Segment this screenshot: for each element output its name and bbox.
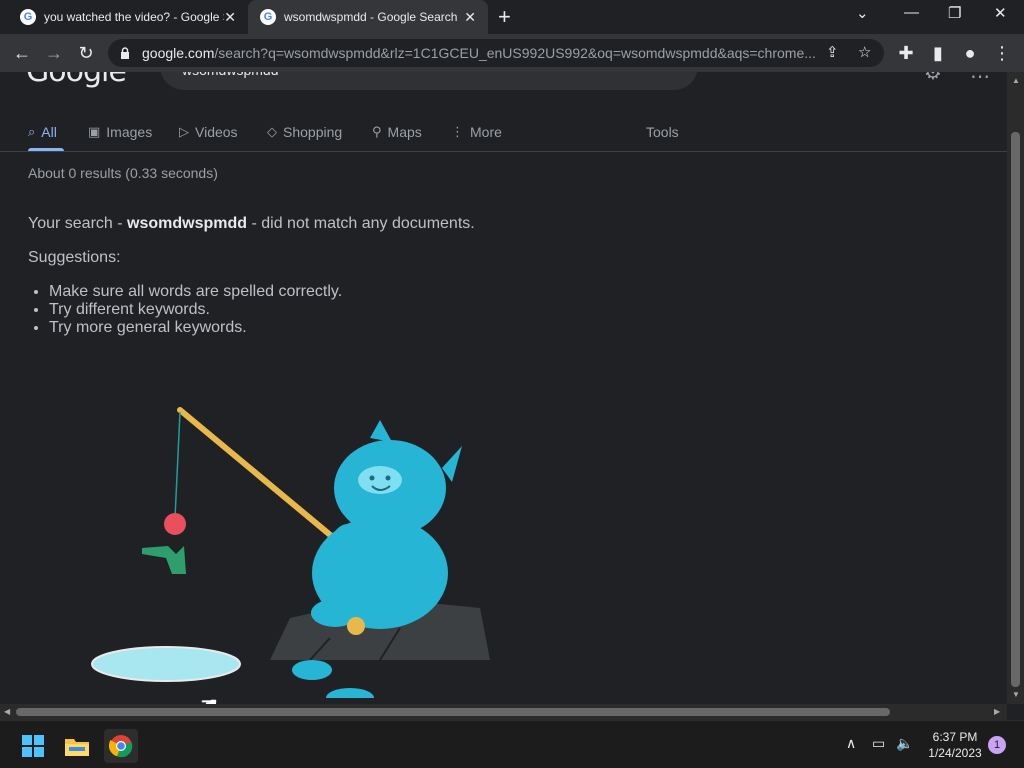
share-icon[interactable]: ⇪	[826, 43, 839, 61]
minimize-icon[interactable]: —	[904, 4, 919, 21]
search-input[interactable]: wsomdwspmdd ✕ ● ▣ ⌕	[160, 72, 698, 90]
forward-icon[interactable]: →	[42, 41, 66, 65]
reload-icon[interactable]: ↻	[74, 41, 98, 65]
network-icon[interactable]: ▭	[872, 735, 885, 752]
list-item: Try more general keywords.	[49, 319, 342, 337]
map-pin-icon: ⚲	[372, 124, 382, 139]
tab-shopping[interactable]: ◇ Shopping	[267, 120, 342, 144]
more-vert-icon: ⋮	[451, 124, 464, 139]
search-tabs: ⌕ All ▣ Images ▷ Videos ◇ Shopping ⚲ Map…	[0, 112, 1007, 152]
suggestions-list: Make sure all words are spelled correctl…	[49, 283, 342, 337]
close-window-icon[interactable]: ✕	[994, 4, 1007, 22]
tab-images[interactable]: ▣ Images	[88, 120, 152, 144]
close-tab-icon[interactable]: ✕	[224, 9, 236, 26]
search-results-page: Google wsomdwspmdd ✕ ● ▣ ⌕ ⚙ ⋯ ⌕ All ▣ I…	[0, 72, 1007, 704]
tab-title: you watched the video? - Google Search	[44, 10, 224, 24]
clock-date: 1/24/2023	[928, 746, 982, 760]
tag-icon: ◇	[267, 124, 277, 139]
tab-title: wsomdwspmdd - Google Search	[284, 10, 458, 24]
search-icon: ⌕	[28, 124, 36, 139]
suggestions-heading: Suggestions:	[28, 249, 121, 266]
google-favicon-icon: G	[260, 9, 276, 25]
scroll-left-icon[interactable]: ◀	[4, 707, 10, 716]
show-hidden-icons-icon[interactable]: ∧	[846, 735, 856, 752]
vertical-scrollbar[interactable]: ▲ ▼	[1007, 72, 1024, 704]
bookmark-star-icon[interactable]: ☆	[858, 43, 871, 61]
clear-icon[interactable]: ✕	[534, 72, 547, 74]
horizontal-scrollbar[interactable]: ◀ ▶	[0, 704, 1007, 720]
chrome-icon[interactable]	[104, 729, 138, 763]
search-query: wsomdwspmdd	[182, 72, 278, 78]
camera-icon[interactable]: ▣	[622, 72, 637, 74]
url-text: google.com/search?q=wsomdwspmdd&rlz=1C1G…	[142, 45, 816, 61]
image-icon: ▣	[88, 124, 101, 139]
browser-window: G you watched the video? - Google Search…	[0, 0, 1024, 720]
address-bar[interactable]: google.com/search?q=wsomdwspmdd&rlz=1C1G…	[108, 39, 884, 67]
scroll-right-icon[interactable]: ▶	[994, 707, 1000, 716]
windows-start-icon[interactable]	[16, 729, 50, 763]
side-panel-icon[interactable]: ▮	[926, 41, 950, 65]
gear-icon[interactable]: ⚙	[924, 72, 942, 85]
file-explorer-icon[interactable]	[60, 729, 94, 763]
video-icon: ▷	[179, 124, 189, 139]
active-tab-indicator	[28, 148, 64, 151]
tab-strip: G you watched the video? - Google Search…	[0, 0, 1024, 34]
scrollbar-thumb[interactable]	[1011, 132, 1020, 687]
no-match-message: Your search - wsomdwspmdd - did not matc…	[28, 215, 475, 232]
scroll-down-icon[interactable]: ▼	[1012, 690, 1020, 699]
close-tab-icon[interactable]: ✕	[464, 9, 476, 26]
lock-icon	[121, 47, 129, 59]
scroll-up-icon[interactable]: ▲	[1012, 76, 1020, 85]
tab-active[interactable]: G wsomdwspmdd - Google Search ✕	[248, 0, 488, 34]
tab-more[interactable]: ⋮ More	[451, 120, 502, 144]
menu-icon[interactable]: ⋮	[990, 41, 1014, 65]
fishing-yeti-illustration	[91, 407, 490, 698]
tab-inactive[interactable]: G you watched the video? - Google Search…	[8, 0, 248, 34]
google-favicon-icon: G	[20, 9, 36, 25]
notification-badge[interactable]: 1	[988, 736, 1006, 754]
list-item: Try different keywords.	[49, 301, 342, 319]
mouse-cursor-icon: ☚	[200, 692, 218, 704]
taskbar: ∧ ▭ 🔈 6:37 PM 1/24/2023 1	[0, 720, 1024, 768]
browser-toolbar: ← → ↻ google.com/search?q=wsomdwspmdd&rl…	[0, 34, 1024, 72]
new-tab-icon[interactable]: +	[498, 4, 511, 30]
clock-time: 6:37 PM	[932, 730, 978, 744]
tab-search-icon[interactable]: ⌄	[856, 4, 869, 22]
clock[interactable]: 6:37 PM 1/24/2023	[924, 729, 986, 761]
list-item: Make sure all words are spelled correctl…	[49, 283, 342, 301]
scrollbar-thumb[interactable]	[16, 708, 890, 716]
extensions-icon[interactable]: ✚	[894, 41, 918, 65]
tools-button[interactable]: Tools	[646, 120, 679, 144]
back-icon[interactable]: ←	[10, 41, 34, 65]
profile-icon[interactable]: ●	[958, 41, 982, 65]
tab-videos[interactable]: ▷ Videos	[179, 120, 238, 144]
apps-grid-icon[interactable]: ⋯	[970, 72, 990, 89]
google-logo[interactable]: Google	[26, 72, 127, 89]
result-stats: About 0 results (0.33 seconds)	[28, 165, 218, 181]
tab-all[interactable]: ⌕ All	[28, 120, 57, 144]
volume-icon[interactable]: 🔈	[896, 735, 913, 752]
tab-maps[interactable]: ⚲ Maps	[372, 120, 422, 144]
restore-icon[interactable]: ❐	[948, 4, 961, 22]
